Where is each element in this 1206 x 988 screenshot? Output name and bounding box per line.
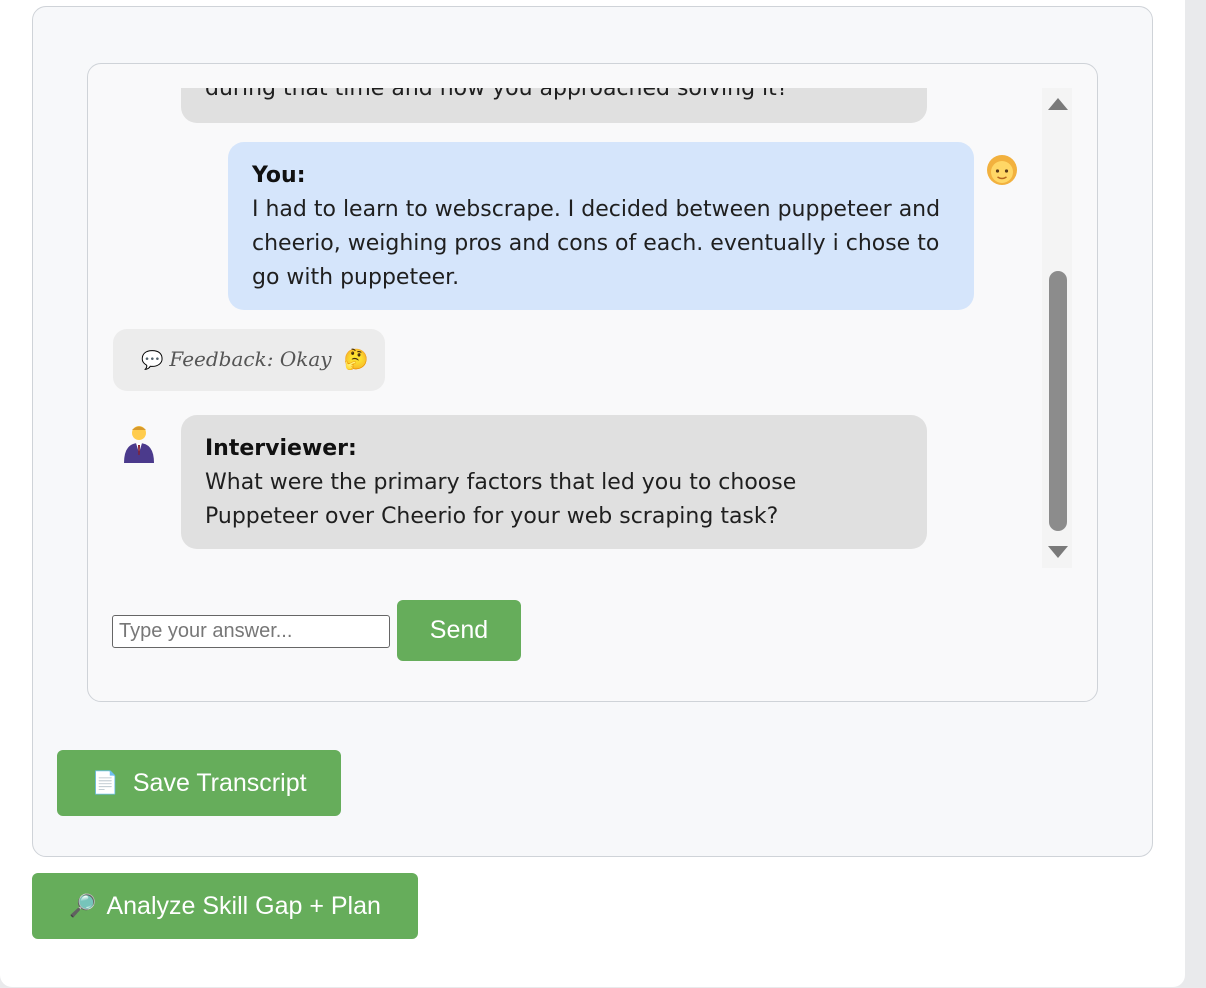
feedback-badge: 💬 Feedback: Okay 🤔 <box>113 329 385 391</box>
message-text: What were the primary factors that led y… <box>205 470 797 529</box>
document-icon: 📄 <box>91 770 119 795</box>
scroll-thumb[interactable] <box>1049 271 1067 531</box>
send-button[interactable]: Send <box>397 600 521 661</box>
message-text: I had to learn to webscrape. I decided b… <box>252 197 941 290</box>
message-speaker: Interviewer: <box>205 436 357 461</box>
scroll-down-arrow-icon[interactable] <box>1048 546 1068 558</box>
answer-input[interactable] <box>112 615 390 648</box>
message-speaker: You: <box>252 163 306 188</box>
analyze-skill-gap-label: Analyze Skill Gap + Plan <box>106 891 381 920</box>
chat-messages[interactable]: during that time and how you approached … <box>88 88 1038 608</box>
user-avatar-icon <box>984 150 1020 195</box>
interviewer-avatar-icon <box>122 423 156 468</box>
message-text: during that time and how you approached … <box>205 88 789 101</box>
analyze-skill-gap-button[interactable]: 🔎 Analyze Skill Gap + Plan <box>32 873 418 939</box>
interviewer-message-bubble: during that time and how you approached … <box>181 88 927 123</box>
magnifying-glass-icon: 🔎 <box>69 893 97 918</box>
feedback-text: Feedback: Okay <box>169 347 332 371</box>
save-transcript-button[interactable]: 📄 Save Transcript <box>57 750 341 816</box>
chat-container: during that time and how you approached … <box>87 63 1098 702</box>
interviewer-message-bubble: Interviewer: What were the primary facto… <box>181 415 927 549</box>
save-transcript-label: Save Transcript <box>132 768 307 797</box>
speech-bubble-icon: 💬 <box>141 350 164 371</box>
thinking-face-icon: 🤔 <box>343 347 369 371</box>
chat-scrollbar[interactable] <box>1042 88 1072 568</box>
scroll-up-arrow-icon[interactable] <box>1048 98 1068 110</box>
send-button-label: Send <box>429 616 489 644</box>
user-message-bubble: You: I had to learn to webscrape. I deci… <box>228 142 974 310</box>
